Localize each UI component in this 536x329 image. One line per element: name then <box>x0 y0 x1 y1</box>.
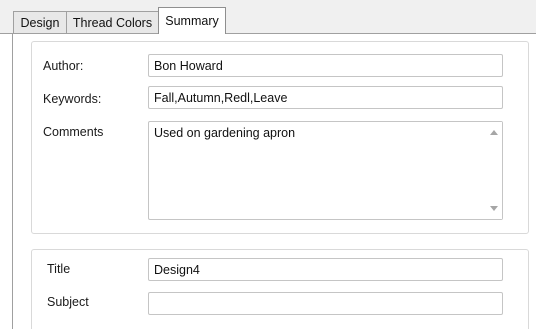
comments-textarea[interactable] <box>148 121 503 220</box>
tab-baseline <box>0 33 536 34</box>
tab-design-label: Design <box>20 15 60 30</box>
tab-design[interactable]: Design <box>13 11 67 33</box>
tab-summary[interactable]: Summary <box>158 7 226 34</box>
keywords-label: Keywords: <box>43 92 102 106</box>
subject-label: Subject <box>47 295 89 309</box>
comments-label: Comments <box>43 125 104 139</box>
panel-border <box>12 33 13 329</box>
author-label: Author: <box>43 59 84 73</box>
triangle-up-icon[interactable] <box>485 124 502 141</box>
title-input[interactable] <box>148 258 503 281</box>
summary-window: Design Thread Colors Summary Author: Key… <box>0 0 536 329</box>
tab-thread-colors[interactable]: Thread Colors <box>66 11 159 33</box>
tab-thread-colors-label: Thread Colors <box>72 15 153 30</box>
tab-strip: Design Thread Colors Summary <box>0 0 536 34</box>
keywords-input[interactable] <box>148 86 503 109</box>
title-label: Title <box>47 262 71 276</box>
subject-input[interactable] <box>148 292 503 315</box>
triangle-down-icon[interactable] <box>485 200 502 217</box>
comments-scrollbar[interactable] <box>485 122 502 219</box>
tab-summary-label: Summary <box>165 14 219 28</box>
author-input[interactable] <box>148 54 503 77</box>
